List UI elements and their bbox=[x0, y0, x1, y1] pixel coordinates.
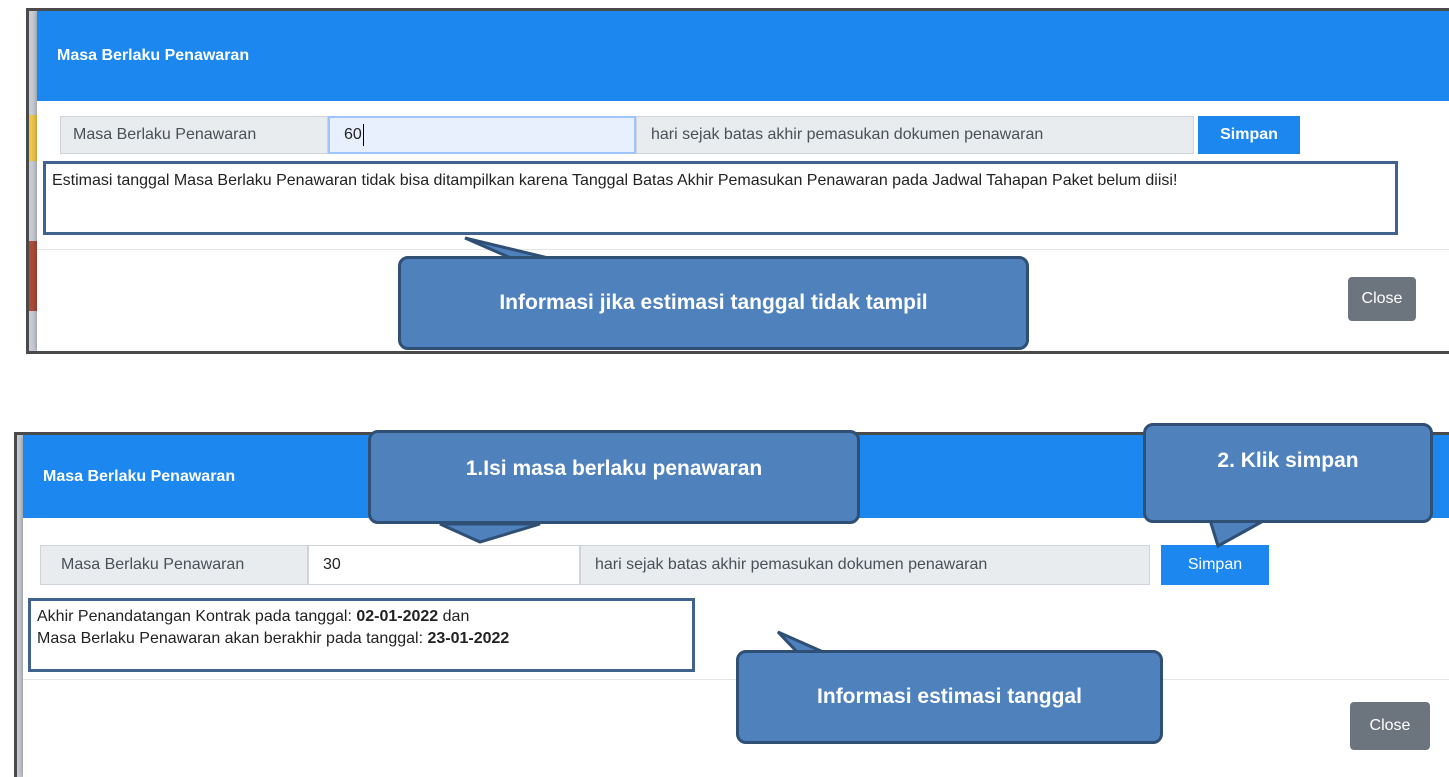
callout-text: 1.Isi masa berlaku penawaran bbox=[465, 457, 763, 480]
callout-text: 2. Klik simpan bbox=[1217, 449, 1359, 472]
callout-tails-2 bbox=[439, 518, 1266, 657]
callout-fill-validity: 1.Isi masa berlaku penawaran bbox=[368, 430, 860, 524]
callout-text: Informasi jika estimasi tanggal tidak ta… bbox=[499, 291, 928, 314]
callout-click-save: 2. Klik simpan bbox=[1143, 423, 1433, 523]
callout-info-not-shown: Informasi jika estimasi tanggal tidak ta… bbox=[398, 256, 1029, 350]
callout-text: Informasi estimasi tanggal bbox=[817, 685, 1082, 708]
callout-date-estimate: Informasi estimasi tanggal bbox=[736, 650, 1163, 744]
